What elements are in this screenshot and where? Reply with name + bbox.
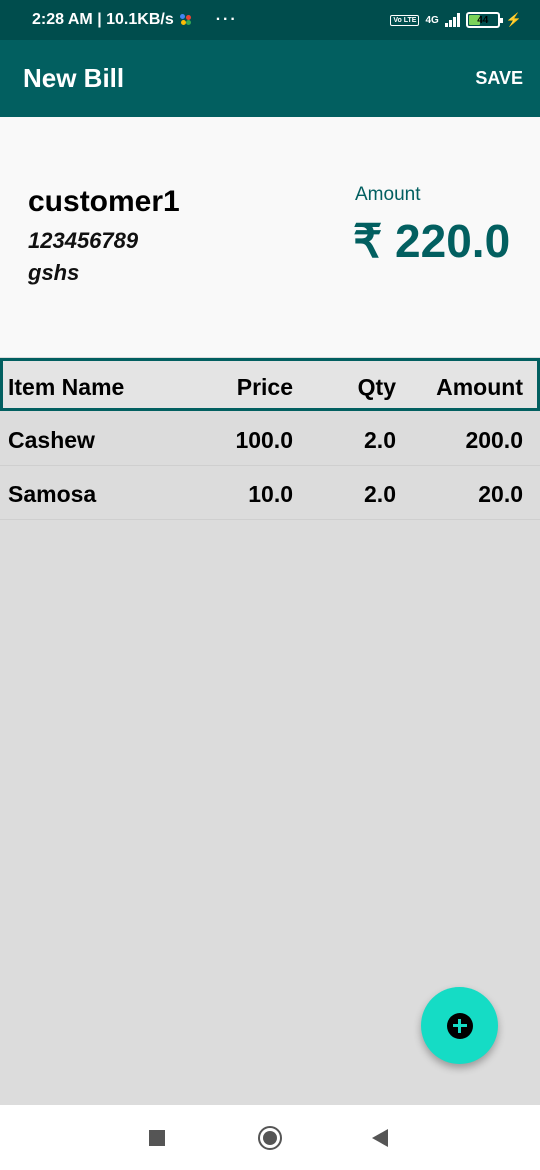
status-left: 2:28 AM | 10.1KB/s ··· bbox=[32, 11, 238, 29]
back-triangle-icon[interactable] bbox=[372, 1129, 388, 1147]
page-title: New Bill bbox=[23, 63, 125, 93]
home-circle-icon[interactable] bbox=[258, 1126, 282, 1150]
status-bar: 2:28 AM | 10.1KB/s ··· Vo LTE 4G 44 ⚡ bbox=[0, 0, 540, 40]
app-bar: New Bill SAVE bbox=[0, 40, 540, 117]
status-time-speed: 2:28 AM | 10.1KB/s bbox=[32, 11, 174, 28]
customer-address: gshs bbox=[28, 260, 80, 285]
add-circle-icon bbox=[446, 1012, 473, 1039]
save-button[interactable]: SAVE bbox=[475, 68, 523, 89]
more-notifications-icon: ··· bbox=[215, 11, 238, 28]
header-price: Price bbox=[236, 374, 293, 400]
bill-summary: customer1 123456789 gshs Amount ₹ 220.0 bbox=[0, 117, 540, 357]
total-amount-label: Amount bbox=[355, 184, 421, 205]
header-item-name: Item Name bbox=[8, 374, 125, 400]
header-qty: Qty bbox=[357, 374, 396, 400]
volte-icon: Vo LTE bbox=[390, 14, 420, 26]
header-amount: Amount bbox=[436, 374, 523, 400]
item-name: Cashew bbox=[8, 427, 95, 453]
item-amount: 20.0 bbox=[478, 481, 523, 507]
customer-phone: 123456789 bbox=[28, 228, 139, 253]
item-qty: 2.0 bbox=[364, 481, 396, 507]
total-amount-value: ₹ 220.0 bbox=[353, 215, 511, 267]
charging-icon: ⚡ bbox=[505, 12, 522, 27]
add-item-button[interactable] bbox=[421, 987, 498, 1064]
status-right: Vo LTE 4G 44 ⚡ bbox=[390, 12, 522, 28]
table-row[interactable]: Samosa 10.0 2.0 20.0 bbox=[0, 466, 540, 520]
item-qty: 2.0 bbox=[364, 427, 396, 453]
assistant-icon bbox=[179, 14, 192, 26]
table-header: Item Name Price Qty Amount bbox=[0, 358, 540, 411]
item-amount: 200.0 bbox=[465, 427, 523, 453]
signal-icon bbox=[444, 13, 460, 27]
customer-name: customer1 bbox=[28, 185, 180, 218]
table-row[interactable]: Cashew 100.0 2.0 200.0 bbox=[0, 412, 540, 466]
battery-icon: 44 bbox=[465, 12, 503, 28]
system-nav-bar bbox=[0, 1105, 540, 1170]
item-price: 10.0 bbox=[248, 481, 293, 507]
item-price: 100.0 bbox=[235, 427, 293, 453]
item-name: Samosa bbox=[8, 481, 97, 507]
battery-level: 44 bbox=[477, 14, 489, 26]
recents-square-icon[interactable] bbox=[149, 1130, 165, 1146]
network-type: 4G bbox=[425, 14, 439, 26]
